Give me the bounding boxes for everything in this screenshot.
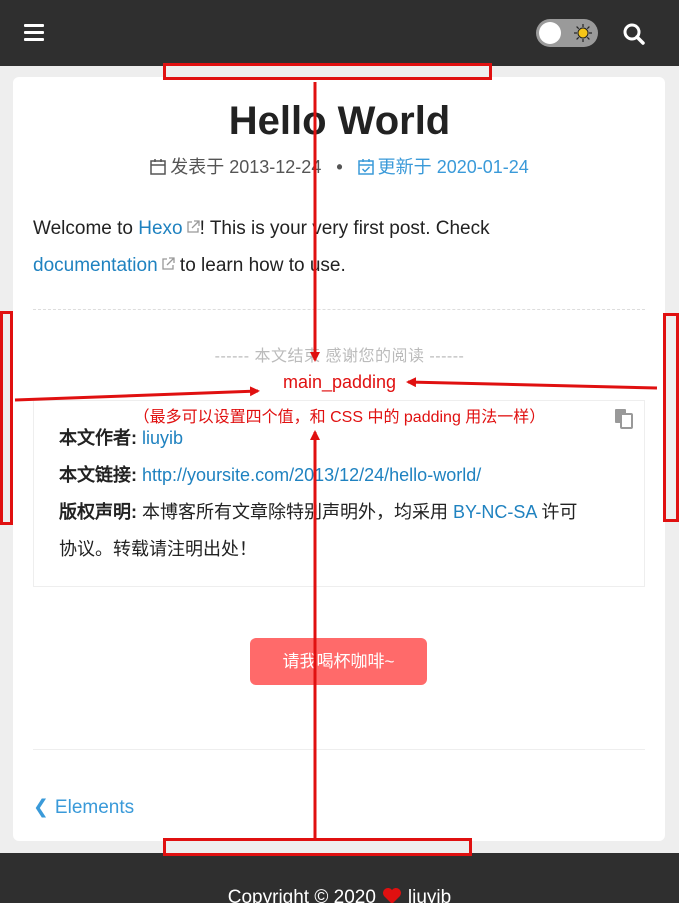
updated-meta[interactable]: 更新于 2020-01-24 (357, 157, 529, 177)
post-url-link[interactable]: http://yoursite.com/2013/12/24/hello-wor… (142, 465, 481, 485)
chevron-left-icon: ❮ (33, 797, 49, 818)
annotation-top-box (163, 63, 492, 80)
prev-post-link[interactable]: ❮ Elements (33, 796, 134, 819)
copyright-link: 本文链接: http://yoursite.com/2013/12/24/hel… (59, 457, 619, 493)
license-text-after: 许可 (541, 502, 578, 522)
footer-copyright: Copyright © 2020 liuyib (0, 887, 679, 903)
author-link[interactable]: liuyib (142, 428, 183, 448)
footer: Copyright © 2020 liuyib (0, 853, 679, 903)
license-link[interactable]: BY-NC-SA (453, 502, 536, 522)
license-label: 版权声明: (59, 502, 137, 522)
theme-toggle[interactable] (536, 19, 598, 47)
footer-author: liuyib (407, 887, 452, 903)
body-line-2: documentation to learn how to use. (33, 247, 633, 284)
external-link-icon (162, 257, 175, 270)
post-meta: 发表于 2013-12-24 • 更新于 2020-01-24 (0, 155, 679, 179)
hamburger-menu-icon[interactable] (24, 24, 44, 42)
license-text: 本博客所有文章除特别声明外，均采用 (142, 502, 449, 522)
link-label: 本文链接: (59, 465, 137, 485)
toggle-knob (539, 22, 561, 44)
published-date: 2013-12-24 (229, 157, 322, 177)
end-of-post-message: ------ 本文结束 感谢您的阅读 ------ (214, 348, 465, 365)
external-link-icon (186, 220, 200, 233)
body-text: Welcome to (33, 218, 139, 239)
calendar-icon (150, 159, 166, 175)
post-title: Hello World (228, 99, 451, 143)
body-text: to learn how to use. (174, 255, 346, 276)
sun-icon (574, 24, 592, 42)
updated-date: 2020-01-24 (436, 157, 529, 177)
updated-label: 更新于 (377, 157, 432, 177)
content-divider (33, 309, 645, 310)
prev-post-label: Elements (54, 797, 135, 818)
annotation-bottom-box (163, 838, 472, 856)
search-icon[interactable] (622, 22, 646, 46)
body-line-1: Welcome to Hexo ! This is your very first… (33, 210, 633, 247)
body-text: ! This is your very first post. Check (199, 218, 490, 239)
footer-prefix: Copyright © 2020 (227, 887, 376, 903)
annotation-subtitle: （最多可以设置四个值，和 CSS 中的 padding 用法一样） (133, 409, 546, 426)
top-navbar (0, 0, 679, 66)
nav-divider (33, 749, 645, 750)
copyright-license-line2: 协议。转载请注明出处！ (59, 539, 257, 559)
hexo-link[interactable]: Hexo (138, 218, 182, 239)
annotation-title: main_padding (282, 372, 397, 392)
published-label: 发表于 (170, 157, 225, 177)
meta-separator: • (336, 157, 343, 177)
heart-icon (382, 888, 401, 903)
author-label: 本文作者: (59, 428, 137, 448)
post-body: Welcome to Hexo ! This is your very first… (33, 210, 633, 284)
donate-button[interactable]: 请我喝杯咖啡~ (250, 638, 427, 685)
calendar-check-icon (357, 159, 374, 175)
copyright-license: 版权声明: 本博客所有文章除特别声明外，均采用 BY-NC-SA 许可 (59, 494, 619, 530)
documentation-link[interactable]: documentation (33, 255, 158, 276)
